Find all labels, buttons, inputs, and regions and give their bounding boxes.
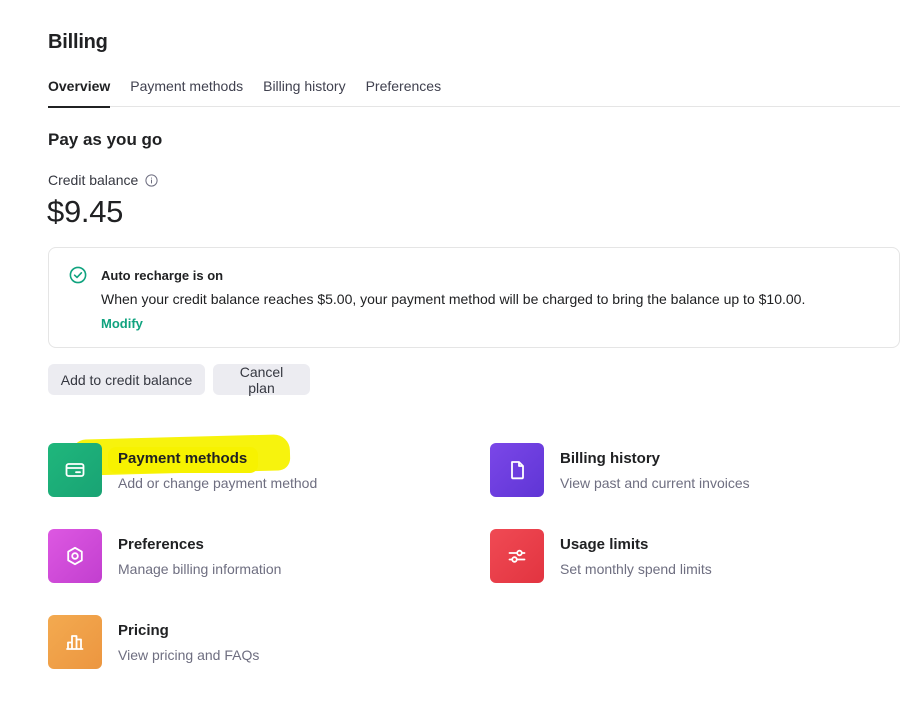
document-icon (490, 443, 544, 497)
tab-preferences[interactable]: Preferences (366, 76, 441, 107)
usage-limits-tile-title: Usage limits (560, 536, 649, 553)
bar-chart-icon (48, 615, 102, 669)
credit-card-icon (48, 443, 102, 497)
tab-overview[interactable]: Overview (48, 76, 111, 108)
payment-methods-tile-subtitle: Add or change payment method (118, 475, 318, 491)
preferences-tile-title: Preferences (118, 536, 204, 553)
tab-billing-history[interactable]: Billing history (263, 76, 345, 107)
page-title: Billing (48, 31, 108, 53)
pricing-tile-title: Pricing (118, 622, 169, 639)
preferences-tile-subtitle: Manage billing information (118, 561, 282, 577)
cancel-plan-button[interactable]: Cancel plan (213, 364, 310, 396)
sliders-icon (490, 529, 544, 583)
auto-recharge-card: Auto recharge is on When your credit bal… (48, 247, 900, 348)
info-icon[interactable] (145, 173, 158, 187)
plan-title: Pay as you go (48, 130, 163, 149)
tab-payment-methods[interactable]: Payment methods (130, 76, 243, 107)
credit-balance-amount: $9.45 (47, 194, 124, 229)
pricing-tile-subtitle: View pricing and FAQs (118, 647, 260, 663)
credit-balance-label-text: Credit balance (48, 172, 139, 188)
payment-methods-tile-title: Payment methods (118, 450, 248, 467)
billing-tabs: Overview Payment methods Billing history… (48, 76, 900, 108)
auto-recharge-description: When your credit balance reaches $5.00, … (101, 291, 806, 307)
usage-limits-tile-subtitle: Set monthly spend limits (560, 561, 712, 577)
check-circle-icon (69, 266, 87, 284)
gear-icon (48, 529, 102, 583)
billing-history-tile-title: Billing history (560, 450, 661, 467)
credit-balance-label: Credit balance (48, 172, 158, 188)
modify-link[interactable]: Modify (101, 316, 143, 331)
add-to-credit-balance-button[interactable]: Add to credit balance (48, 364, 205, 395)
auto-recharge-title: Auto recharge is on (101, 268, 224, 283)
billing-history-tile-subtitle: View past and current invoices (560, 475, 750, 491)
